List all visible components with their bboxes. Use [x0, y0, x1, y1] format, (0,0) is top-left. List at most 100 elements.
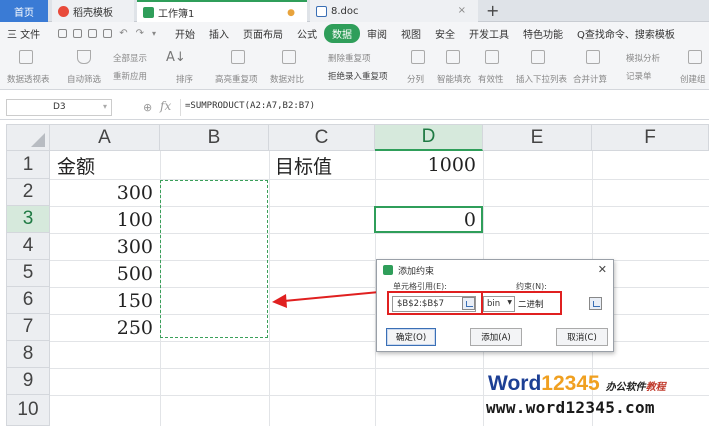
document-icon — [316, 5, 327, 17]
name-box-dropdown-icon[interactable]: ▾ — [103, 102, 107, 111]
dropdown-list-icon[interactable] — [531, 50, 545, 64]
cell-c1[interactable]: 目标值 — [270, 152, 374, 178]
tab-templates[interactable]: 稻壳模板 — [52, 0, 134, 22]
col-header-e[interactable]: E — [483, 124, 592, 151]
preview-icon[interactable] — [103, 28, 113, 38]
save-icon[interactable] — [58, 28, 68, 38]
smart-fill-icon[interactable] — [446, 50, 460, 64]
menu-developer[interactable]: 开发工具 — [462, 26, 516, 41]
col-header-b[interactable]: B — [160, 124, 269, 151]
sort-icon[interactable]: A↓ — [166, 50, 186, 65]
menu-security[interactable]: 安全 — [428, 26, 462, 41]
tab-doc-label: 8.doc — [331, 5, 359, 17]
cell-a6[interactable]: 150 — [52, 288, 159, 314]
row-header-5[interactable]: 5 — [6, 260, 50, 287]
sort-button[interactable]: 排序 — [176, 73, 193, 85]
row-header-4[interactable]: 4 — [6, 233, 50, 260]
cell-a1[interactable]: 金额 — [52, 152, 159, 178]
cell-a3[interactable]: 100 — [52, 207, 159, 233]
show-all-button[interactable]: 全部显示 — [113, 52, 147, 64]
col-header-a[interactable]: A — [50, 124, 160, 151]
split-column-icon[interactable] — [411, 50, 425, 64]
name-box[interactable]: D3 ▾ — [6, 99, 112, 116]
menu-review[interactable]: 审阅 — [360, 26, 394, 41]
pivot-table-button[interactable]: 数据透视表 — [7, 73, 50, 85]
data-compare-icon[interactable] — [282, 50, 296, 64]
tab-doc[interactable]: 8.doc × — [310, 0, 478, 22]
create-group-icon[interactable] — [688, 50, 702, 64]
menu-page-layout[interactable]: 页面布局 — [236, 26, 290, 41]
watermark-tagline-tail: 教程 — [645, 382, 666, 393]
menu-insert[interactable]: 插入 — [202, 26, 236, 41]
record-form-button[interactable]: 记录单 — [626, 70, 652, 82]
col-header-f[interactable]: F — [592, 124, 709, 151]
data-compare-button[interactable]: 数据对比 — [270, 73, 304, 85]
row-header-1[interactable]: 1 — [6, 151, 50, 179]
watermark-logo: Word12345 办公软件教程 — [488, 372, 666, 396]
consolidate-button[interactable]: 合并计算 — [573, 73, 607, 85]
cell-a2[interactable]: 300 — [52, 180, 159, 206]
row-header-6[interactable]: 6 — [6, 287, 50, 314]
search-commands[interactable]: Q查找命令、搜索模板 — [570, 26, 682, 41]
dialog-titlebar: 添加约束 — [377, 260, 613, 280]
smart-fill-button[interactable]: 智能填充 — [437, 73, 471, 85]
row-header-9[interactable]: 9 — [6, 368, 50, 395]
tab-workbook1[interactable]: 工作簿1 ● — [137, 0, 307, 22]
menu-data[interactable]: 数据 — [323, 23, 360, 43]
select-all-icon — [31, 133, 45, 147]
constraint-collapse-button[interactable] — [589, 297, 602, 310]
menu-special[interactable]: 特色功能 — [516, 26, 570, 41]
reapply-button[interactable]: 重新应用 — [113, 70, 147, 82]
row-header-7[interactable]: 7 — [6, 314, 50, 341]
create-group-button[interactable]: 创建组 — [680, 73, 706, 85]
col-header-c[interactable]: C — [269, 124, 375, 151]
menu-home[interactable]: 开始 — [168, 26, 202, 41]
tab-home[interactable]: 首页 — [0, 0, 48, 22]
cell-d1[interactable]: 1000 — [376, 152, 482, 178]
redo-icon[interactable]: ↷ — [136, 28, 144, 39]
split-column-button[interactable]: 分列 — [407, 73, 424, 85]
ok-button[interactable]: 确定(O) — [386, 328, 436, 346]
autofilter-button[interactable]: 自动筛选 — [67, 73, 101, 85]
menu-file[interactable]: 三 文件 — [0, 26, 47, 41]
tab-workbook1-label: 工作簿1 — [158, 8, 195, 20]
watermark-tagline-wrap: 办公软件教程 — [606, 382, 666, 393]
zoom-icon[interactable]: ⊕ — [143, 101, 152, 114]
close-tab-icon[interactable]: × — [458, 5, 466, 16]
reject-duplicates-button[interactable]: 拒绝录入重复项 — [328, 70, 388, 82]
remove-duplicates-button[interactable]: 删除重复项 — [328, 52, 371, 64]
customize-icon[interactable]: ▾ — [152, 29, 156, 38]
undo-icon[interactable]: ↶ — [119, 28, 127, 39]
formula-input[interactable]: =SUMPRODUCT(A2:A7,B2:B7) — [180, 99, 319, 116]
app-logo-icon — [383, 265, 393, 275]
gridline — [50, 368, 709, 369]
export-pdf-icon[interactable] — [73, 28, 83, 38]
highlight-box-cell-reference — [387, 291, 483, 315]
row-header-8[interactable]: 8 — [6, 341, 50, 368]
row-header-10[interactable]: 10 — [6, 395, 50, 426]
highlight-duplicates-icon[interactable] — [231, 50, 245, 64]
highlight-duplicates-button[interactable]: 高亮重复项 — [215, 73, 258, 85]
validation-button[interactable]: 有效性 — [478, 73, 504, 85]
insert-dropdown-button[interactable]: 插入下拉列表 — [516, 73, 567, 85]
cell-a5[interactable]: 500 — [52, 261, 159, 287]
menu-formulas[interactable]: 公式 — [290, 26, 324, 41]
add-button[interactable]: 添加(A) — [470, 328, 522, 346]
cancel-button[interactable]: 取消(C) — [556, 328, 608, 346]
validation-icon[interactable] — [485, 50, 499, 64]
cell-a7[interactable]: 250 — [52, 315, 159, 341]
row-header-3[interactable]: 3 — [6, 206, 50, 233]
insert-function-icon[interactable]: fx — [160, 99, 171, 113]
new-tab-button[interactable]: + — [486, 1, 499, 20]
row-header-2[interactable]: 2 — [6, 179, 50, 206]
select-all-corner[interactable] — [6, 124, 50, 151]
col-header-d[interactable]: D — [375, 124, 483, 151]
close-icon[interactable]: ✕ — [598, 263, 607, 276]
print-icon[interactable] — [88, 28, 98, 38]
menu-view[interactable]: 视图 — [394, 26, 428, 41]
consolidate-icon[interactable] — [586, 50, 600, 64]
pivot-table-icon[interactable] — [19, 50, 33, 64]
filter-icon[interactable] — [77, 50, 91, 64]
what-if-analysis-button[interactable]: 模拟分析 — [626, 52, 660, 64]
cell-a4[interactable]: 300 — [52, 234, 159, 260]
